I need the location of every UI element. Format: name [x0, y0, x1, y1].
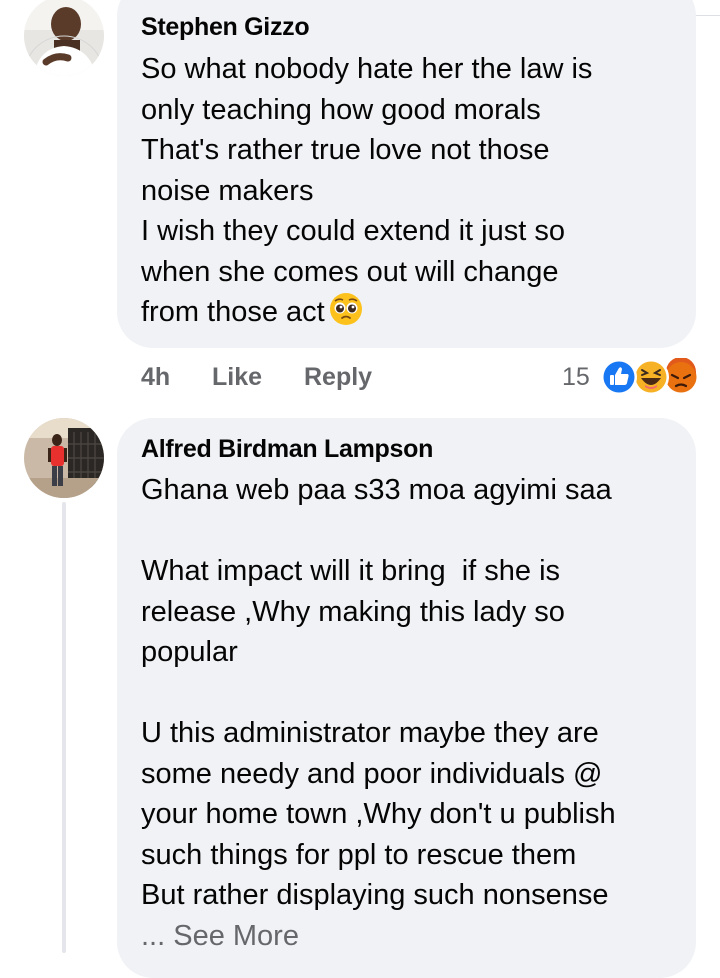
comment-line: some needy and poor individuals @	[141, 757, 603, 790]
comment-author[interactable]: Stephen Gizzo	[141, 12, 672, 42]
see-more-row: ... See More	[141, 916, 672, 957]
reply-thread-line	[62, 502, 66, 953]
avatar-alfred-birdman-lampson[interactable]	[24, 418, 104, 498]
pleading-face-emoji-icon	[329, 293, 362, 325]
comment-line-blank	[141, 673, 672, 714]
comment-line: such things for ppl to rescue them	[141, 838, 577, 871]
comment-time[interactable]: 4h	[141, 361, 170, 393]
reply-button[interactable]: Reply	[304, 361, 372, 393]
like-button[interactable]: Like	[212, 361, 262, 393]
like-reaction-icon	[601, 359, 637, 395]
comment-line: only teaching how good morals	[141, 93, 541, 126]
comment-line-last: from those act	[141, 292, 672, 333]
comment-bubble[interactable]: Alfred Birdman Lampson Ghana web paa s33…	[117, 418, 696, 978]
comment-line-blank	[141, 511, 672, 552]
comment-line: So what nobody hate her the law is	[141, 53, 593, 85]
comment-line: What impact will it bring if she is	[141, 555, 561, 587]
comment-line: your home town ,Why don't u publish	[141, 798, 616, 830]
reaction-summary[interactable]: 15	[560, 358, 700, 396]
comment-line: from those act	[141, 296, 325, 328]
comment-line: I wish they could extend it just so	[141, 215, 565, 247]
comment-line: But rather displaying such nonsense	[141, 879, 609, 911]
comment-line: popular	[141, 636, 238, 668]
comment-author[interactable]: Alfred Birdman Lampson	[141, 434, 672, 464]
comment-line: U this administrator maybe they are	[141, 717, 599, 749]
comment-text: Ghana web paa s33 moa agyimi saa What im…	[141, 470, 672, 956]
comment-text: So what nobody hate her the law is only …	[141, 49, 672, 333]
see-more-link[interactable]: See More	[173, 920, 299, 952]
comment-line: Ghana web paa s33 moa agyimi saa	[141, 474, 612, 506]
comment-line: That's rather true love not those	[141, 134, 550, 166]
reaction-count: 15	[562, 363, 590, 391]
comment-line: release ,Why making this lady so	[141, 595, 565, 628]
comment-bubble[interactable]: Stephen Gizzo So what nobody hate her th…	[117, 0, 696, 348]
comment-line: when she comes out will change	[141, 255, 559, 288]
see-more-ellipsis: ...	[141, 919, 166, 952]
avatar-stephen-gizzo[interactable]	[24, 0, 104, 76]
comment-line: noise makers	[141, 174, 314, 207]
